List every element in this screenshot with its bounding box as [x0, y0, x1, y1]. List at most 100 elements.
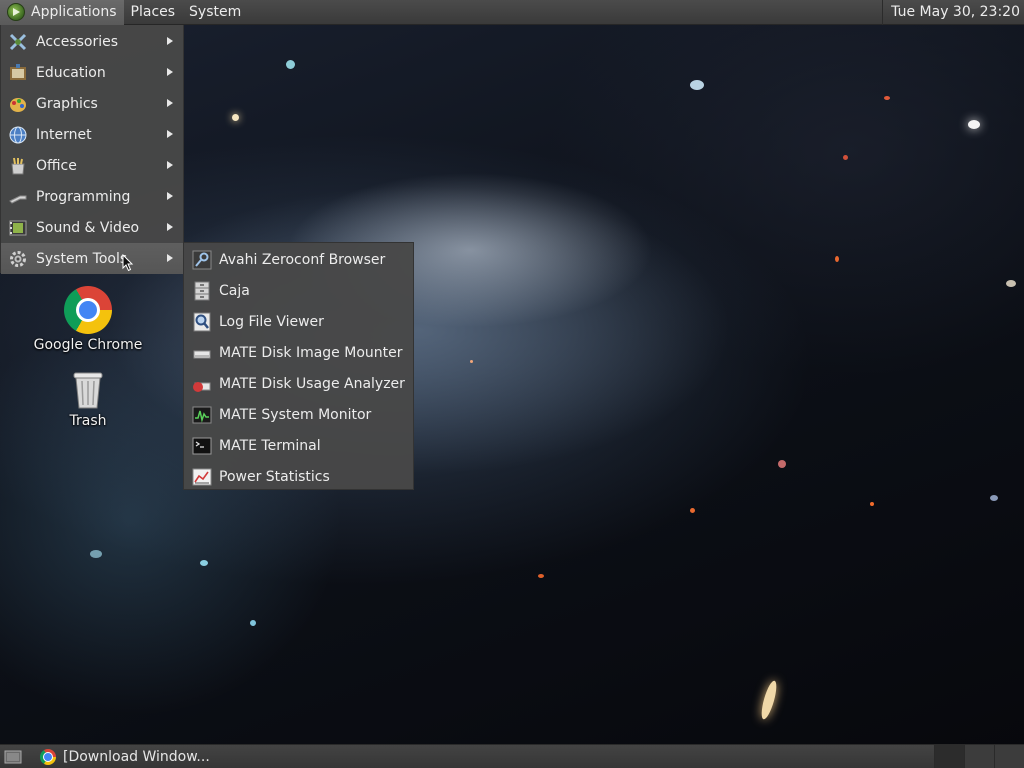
trash-icon — [71, 370, 105, 410]
menu-item-label: Accessories — [36, 33, 119, 50]
menu-item-graphics[interactable]: Graphics — [1, 88, 183, 119]
mate-logo-icon — [7, 3, 25, 21]
menu-item-system-tools[interactable]: System Tools — [1, 243, 183, 274]
menu-item-sound-video[interactable]: Sound & Video — [1, 212, 183, 243]
system-monitor-icon — [192, 405, 212, 425]
system-tools-icon — [8, 249, 28, 269]
star — [990, 495, 998, 501]
menu-item-avahi-zeroconf-browser[interactable]: Avahi Zeroconf Browser — [184, 244, 413, 275]
office-icon — [8, 156, 28, 176]
desktop-icon-label: Trash — [69, 413, 107, 429]
show-desktop-button[interactable] — [2, 748, 24, 766]
menu-item-education[interactable]: Education — [1, 57, 183, 88]
submenu-arrow-icon — [167, 192, 173, 200]
clock-text: Tue May 30, 23:20 — [891, 4, 1020, 20]
terminal-icon — [192, 436, 212, 456]
system-tools-submenu: Avahi Zeroconf Browser Caja Log File Vie… — [183, 242, 414, 490]
workspace-switcher — [934, 744, 1024, 768]
star — [690, 80, 704, 90]
star — [232, 114, 239, 121]
menu-item-label: Education — [36, 64, 106, 81]
workspace-2[interactable] — [964, 744, 994, 768]
submenu-arrow-icon — [167, 37, 173, 45]
desktop-icon-google-chrome[interactable]: Google Chrome — [33, 286, 143, 353]
accessories-icon — [8, 32, 28, 52]
star — [286, 60, 295, 69]
file-cabinet-icon — [192, 281, 212, 301]
internet-icon — [8, 125, 28, 145]
menu-item-internet[interactable]: Internet — [1, 119, 183, 150]
menu-item-label: Power Statistics — [219, 468, 330, 485]
star — [538, 574, 544, 578]
star — [90, 550, 102, 558]
star — [835, 256, 839, 262]
education-icon — [8, 63, 28, 83]
submenu-arrow-icon — [167, 254, 173, 262]
star — [250, 620, 256, 626]
menu-item-office[interactable]: Office — [1, 150, 183, 181]
applications-label: Applications — [31, 4, 117, 20]
menu-item-mate-disk-usage-analyzer[interactable]: MATE Disk Usage Analyzer — [184, 368, 413, 399]
programming-icon — [8, 187, 28, 207]
applications-menu-button[interactable]: Applications — [0, 0, 124, 25]
applications-menu: Accessories Education Graphics Internet … — [0, 25, 184, 274]
submenu-arrow-icon — [167, 161, 173, 169]
star — [200, 560, 208, 566]
places-label: Places — [130, 4, 176, 20]
menu-item-mate-system-monitor[interactable]: MATE System Monitor — [184, 399, 413, 430]
desktop-icon-trash[interactable]: Trash — [33, 370, 143, 429]
menu-item-programming[interactable]: Programming — [1, 181, 183, 212]
graphics-icon — [8, 94, 28, 114]
taskbar-window-button[interactable]: [Download Window... — [34, 746, 216, 768]
menu-item-label: MATE Terminal — [219, 437, 321, 454]
star — [778, 460, 786, 468]
workspace-1[interactable] — [934, 744, 964, 768]
desktop-icon-label: Google Chrome — [33, 337, 143, 353]
disk-usage-icon — [192, 374, 212, 394]
menu-item-label: MATE Disk Usage Analyzer — [219, 375, 405, 392]
chrome-icon — [40, 748, 56, 765]
submenu-arrow-icon — [167, 130, 173, 138]
taskbar-window-label: [Download Window... — [63, 748, 210, 765]
menu-item-label: Caja — [219, 282, 250, 299]
menu-item-accessories[interactable]: Accessories — [1, 26, 183, 57]
menu-item-label: Programming — [36, 188, 131, 205]
menu-item-label: Log File Viewer — [219, 313, 324, 330]
menu-item-label: System Tools — [36, 250, 128, 267]
sound-video-icon — [8, 218, 28, 238]
star — [690, 508, 695, 513]
star — [758, 679, 780, 721]
mouse-pointer-icon — [122, 253, 134, 272]
system-label: System — [189, 4, 242, 20]
star — [870, 502, 874, 506]
disk-image-icon — [192, 343, 212, 363]
places-menu-button[interactable]: Places — [124, 0, 183, 25]
menu-item-label: Internet — [36, 126, 92, 143]
show-desktop-icon — [4, 750, 22, 763]
star — [1006, 280, 1016, 287]
star — [843, 155, 848, 160]
menu-item-label: MATE Disk Image Mounter — [219, 344, 403, 361]
menu-item-mate-disk-image-mounter[interactable]: MATE Disk Image Mounter — [184, 337, 413, 368]
star — [470, 360, 473, 363]
bottom-panel: [Download Window... — [0, 744, 1024, 768]
avahi-icon — [192, 250, 212, 270]
log-viewer-icon — [192, 312, 212, 332]
menu-item-label: Office — [36, 157, 77, 174]
system-menu-button[interactable]: System — [182, 0, 248, 25]
clock[interactable]: Tue May 30, 23:20 — [882, 0, 1024, 25]
submenu-arrow-icon — [167, 68, 173, 76]
power-statistics-icon — [192, 467, 212, 487]
menu-item-label: Graphics — [36, 95, 98, 112]
menu-item-label: Sound & Video — [36, 219, 140, 236]
menu-item-log-file-viewer[interactable]: Log File Viewer — [184, 306, 413, 337]
star — [968, 120, 980, 129]
menu-item-power-statistics[interactable]: Power Statistics — [184, 461, 413, 492]
chrome-icon — [64, 286, 112, 334]
menu-item-mate-terminal[interactable]: MATE Terminal — [184, 430, 413, 461]
submenu-arrow-icon — [167, 99, 173, 107]
menu-item-caja[interactable]: Caja — [184, 275, 413, 306]
workspace-3[interactable] — [994, 744, 1024, 768]
top-panel: Applications Places System Tue May 30, 2… — [0, 0, 1024, 25]
submenu-arrow-icon — [167, 223, 173, 231]
